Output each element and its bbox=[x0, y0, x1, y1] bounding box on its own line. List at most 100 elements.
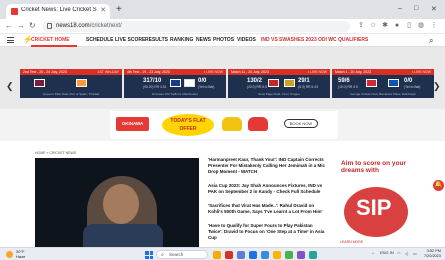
sip-ad[interactable]: Aim to score on your dreams with SIP LEA… bbox=[334, 152, 420, 247]
notification-bell-icon[interactable]: 🔔 bbox=[433, 180, 444, 191]
nav-cricket-home[interactable]: CRICKET HOME bbox=[31, 37, 70, 43]
store-app-icon[interactable] bbox=[297, 251, 305, 259]
okinawa-ad[interactable]: OKINAWA TODAY'S FLAT OFFER BOOK NOW bbox=[110, 111, 338, 139]
file-explorer-icon[interactable] bbox=[273, 251, 281, 259]
nav-videos[interactable]: VIDEOS bbox=[237, 37, 256, 43]
browser-toolbar: ← → ↻ news18.com/cricketnext/ ⇪ ☆ ✱ ● ▯ … bbox=[0, 19, 445, 34]
cricketnext-logo-icon[interactable]: ⚡ bbox=[23, 36, 33, 44]
sip-big-text: SIP bbox=[356, 195, 392, 220]
headline-link[interactable]: 'Have to Qualify for Super Fours to Play… bbox=[208, 223, 328, 241]
team2-score: 0/0 bbox=[198, 78, 207, 84]
team2-overs: (5.3) RR 5.43 bbox=[298, 85, 318, 89]
profile-icon[interactable]: ● bbox=[393, 22, 401, 30]
team1-overs: (20.0) RR 6.5 bbox=[247, 85, 267, 89]
score-card[interactable]: Match 1 - 20 July, 2023 • LIVE NOW 59/6 (… bbox=[332, 69, 434, 98]
team2-score: 0/0 bbox=[404, 78, 413, 84]
team2-overs: (Yet to Bat) bbox=[404, 85, 421, 89]
team2-flag-icon bbox=[76, 79, 87, 87]
scores-next-icon[interactable]: ❯ bbox=[433, 81, 441, 92]
scooter-yellow-icon bbox=[222, 117, 242, 131]
extensions-icon[interactable]: ✱ bbox=[381, 22, 389, 30]
team1-overs: (10.0) RR 5.9 bbox=[338, 85, 358, 89]
chrome-browser-icon[interactable] bbox=[285, 251, 293, 259]
hero-image[interactable] bbox=[35, 158, 199, 247]
nav-results[interactable]: RESULTS bbox=[145, 37, 168, 43]
match-title: 4th Test - 19 - 23 July, 2023 bbox=[127, 70, 170, 74]
score-card[interactable]: 2nd Test - 20 - 24 July, 2023 1ST INN-DAY… bbox=[20, 69, 122, 98]
minimize-icon[interactable]: ‒ bbox=[398, 5, 402, 12]
task-view-icon[interactable] bbox=[237, 251, 245, 259]
sip-ad-text: Aim to score on your dreams with bbox=[341, 160, 407, 174]
scooter-red-icon bbox=[248, 117, 268, 131]
breadcrumb[interactable]: HOME » CRICKET NEWS bbox=[35, 151, 76, 155]
widgets-app-icon[interactable] bbox=[213, 251, 221, 259]
split-view-icon[interactable]: ▯ bbox=[405, 22, 413, 30]
forward-icon[interactable]: → bbox=[17, 21, 25, 30]
close-window-icon[interactable]: ✕ bbox=[431, 5, 437, 13]
reload-icon[interactable]: ↻ bbox=[29, 21, 36, 30]
browser-tab[interactable]: Cricket News: Live Cricket Score ✕ bbox=[6, 4, 110, 19]
weather-sun-icon[interactable] bbox=[6, 251, 13, 258]
account-icon[interactable]: ◍ bbox=[417, 22, 425, 30]
ad-offer: TODAY'S FLAT OFFER bbox=[162, 114, 214, 136]
sip-learn-more[interactable]: LEARN MORE bbox=[340, 240, 363, 244]
headline-link[interactable]: 'Sacrifices that Virat Has Made..': Rahu… bbox=[208, 203, 328, 215]
clock[interactable]: 3:52 PM 7/20/2023 bbox=[424, 249, 441, 259]
team1-flag-icon bbox=[366, 79, 377, 87]
language-indicator[interactable]: ENG IN bbox=[380, 251, 394, 255]
nav-ashes-2023[interactable]: ASHES 2023 bbox=[287, 37, 317, 43]
nav-schedule[interactable]: SCHEDULE bbox=[86, 37, 114, 43]
wifi-icon[interactable]: ◠ bbox=[397, 251, 401, 256]
team1-flag-icon bbox=[34, 79, 45, 87]
edge-browser-icon[interactable] bbox=[249, 251, 257, 259]
close-tab-icon[interactable]: ✕ bbox=[100, 6, 106, 14]
weather-condition: Haze bbox=[16, 254, 26, 259]
match-venue: Emirates Old Trafford, Manchester bbox=[152, 92, 198, 96]
bookmark-star-icon[interactable]: ☆ bbox=[369, 22, 377, 30]
back-icon[interactable]: ← bbox=[5, 21, 13, 30]
headline-link[interactable]: 'Harmanpreet Kaur, Thank You!': IND Capt… bbox=[208, 157, 328, 175]
new-tab-button[interactable]: + bbox=[116, 4, 122, 15]
team2-score: 29/1 bbox=[298, 78, 310, 84]
team1-score: 130/2 bbox=[247, 78, 263, 84]
score-card[interactable]: 4th Test - 19 - 23 July, 2023 • LIVE NOW … bbox=[124, 69, 226, 98]
share-icon[interactable]: ⇪ bbox=[357, 22, 365, 30]
team1-flag-icon bbox=[170, 79, 181, 87]
tray-chevron-icon[interactable]: ^ bbox=[372, 251, 374, 256]
lock-icon bbox=[47, 23, 52, 29]
screen: Cricket News: Live Cricket Score ✕ + ‒ □… bbox=[0, 0, 445, 260]
taskbar-search-label: Search bbox=[169, 252, 184, 257]
team2-flag-icon bbox=[284, 79, 295, 87]
site-search-icon[interactable]: ⌕ bbox=[429, 36, 433, 46]
hamburger-menu-icon[interactable] bbox=[7, 37, 14, 43]
nav-live-score[interactable]: LIVE SCORE bbox=[115, 37, 145, 43]
volume-icon[interactable]: ◁ bbox=[405, 251, 408, 256]
windows-taskbar: 30°F Haze ⌕ Search ^ ENG IN ◠ ◁ ▭ 3:52 P… bbox=[0, 247, 445, 260]
nav-ranking[interactable]: RANKING bbox=[170, 37, 193, 43]
app-icon[interactable] bbox=[225, 251, 233, 259]
nav-photos[interactable]: PHOTOS bbox=[213, 37, 234, 43]
windows-start-icon[interactable] bbox=[145, 251, 153, 259]
score-card[interactable]: Match 11 - 20 July, 2023 • LIVE NOW 130/2… bbox=[228, 69, 330, 98]
weather-widget[interactable]: 30°F Haze bbox=[16, 249, 25, 259]
scores-prev-icon[interactable]: ❮ bbox=[6, 81, 14, 92]
site-navigation: ⚡ CRICKET HOME SCHEDULE LIVE SCORE RESUL… bbox=[0, 34, 445, 47]
maximize-icon[interactable]: □ bbox=[414, 5, 418, 12]
ad-brand: OKINAWA bbox=[116, 117, 149, 131]
nav-odi-wc-qualifiers[interactable]: ODI WC QUALIFIERS bbox=[318, 37, 368, 43]
match-title: 2nd Test - 20 - 24 July, 2023 bbox=[23, 70, 67, 74]
address-bar[interactable]: news18.com/cricketnext/ bbox=[42, 21, 350, 32]
taskbar-search[interactable]: ⌕ Search bbox=[156, 250, 208, 259]
battery-icon[interactable]: ▭ bbox=[413, 251, 417, 256]
app-icon[interactable] bbox=[309, 251, 317, 259]
team2-flag-icon bbox=[184, 79, 195, 87]
nav-ind-vs-sw[interactable]: IND VS SW bbox=[261, 37, 287, 43]
hero-figure-shirt bbox=[83, 224, 163, 247]
match-title: Match 11 - 20 July, 2023 bbox=[231, 70, 269, 74]
menu-kebab-icon[interactable]: ⋮ bbox=[430, 22, 438, 30]
url-text: news18.com/cricketnext/ bbox=[56, 23, 122, 29]
book-now-button[interactable]: BOOK NOW bbox=[284, 119, 318, 128]
mail-app-icon[interactable] bbox=[261, 251, 269, 259]
headline-link[interactable]: Asia Cup 2023: Jay Shah Announces Fixtur… bbox=[208, 183, 328, 195]
nav-news[interactable]: NEWS bbox=[196, 37, 211, 43]
